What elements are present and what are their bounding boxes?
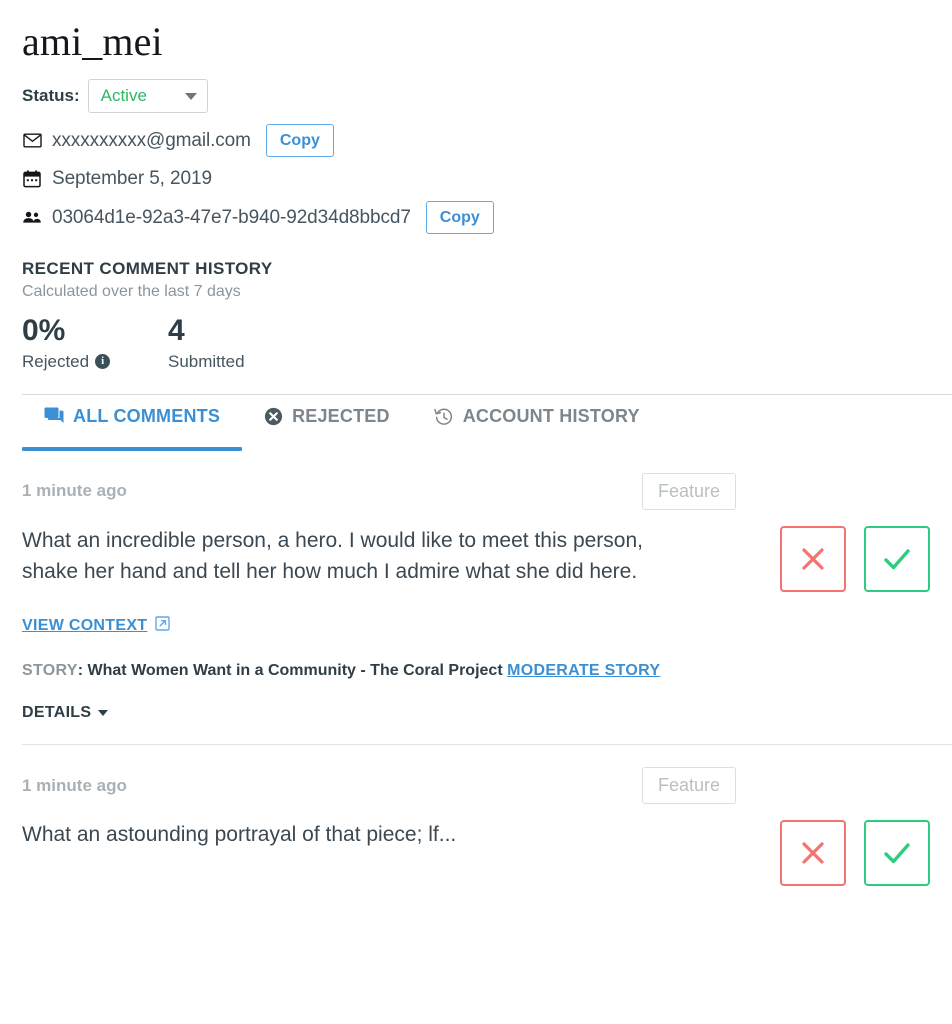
info-icon[interactable]: i bbox=[95, 354, 111, 370]
envelope-icon bbox=[22, 131, 42, 151]
comment-card: 1 minute ago Feature What an incredible … bbox=[22, 451, 952, 746]
stat-submitted-label: Submitted bbox=[168, 352, 290, 372]
copy-user-id-button[interactable]: Copy bbox=[425, 201, 494, 235]
forum-icon bbox=[44, 407, 64, 425]
recent-history-title: RECENT COMMENT HISTORY bbox=[22, 259, 273, 279]
page-title: ami_mei bbox=[22, 19, 163, 64]
status-dropdown[interactable]: Active bbox=[87, 79, 208, 113]
feature-button[interactable]: Feature bbox=[641, 472, 736, 510]
view-context-label: VIEW CONTEXT bbox=[22, 616, 148, 634]
comment-text: What an incredible person, a hero. I wou… bbox=[22, 528, 643, 583]
approve-comment-button[interactable] bbox=[864, 525, 930, 592]
reject-comment-button[interactable] bbox=[780, 525, 846, 592]
user-meta-list: xxxxxxxxxx@gmail.com Copy September 5, 2… bbox=[0, 113, 952, 235]
comment-list: 1 minute ago Feature What an incredible … bbox=[0, 451, 952, 908]
tab-account-history-label: ACCOUNT HISTORY bbox=[462, 405, 640, 426]
user-id-row: 03064d1e-92a3-47e7-b940-92d34d8bbcd7 Cop… bbox=[22, 201, 952, 235]
comment-body: What an incredible person, a hero. I wou… bbox=[22, 525, 952, 592]
comment-timestamp: 1 minute ago bbox=[22, 775, 127, 795]
recent-history-subtitle: Calculated over the last 7 days bbox=[22, 283, 241, 301]
member-since-value: September 5, 2019 bbox=[52, 168, 212, 190]
moderation-actions bbox=[780, 820, 952, 887]
comment-body: What an astounding portrayal of that pie… bbox=[22, 820, 952, 887]
people-icon bbox=[22, 208, 42, 228]
status-value: Active bbox=[100, 86, 147, 105]
caret-down-icon bbox=[98, 710, 109, 717]
tab-all-comments[interactable]: ALL COMMENTS bbox=[22, 395, 243, 451]
story-separator: : bbox=[77, 661, 88, 679]
member-since-row: September 5, 2019 bbox=[22, 164, 952, 194]
tab-bar: ALL COMMENTS REJECTED ACCOUNT HISTORY bbox=[0, 395, 952, 451]
comment-card: 1 minute ago Feature What an astounding … bbox=[22, 745, 952, 908]
moderate-story-link[interactable]: MODERATE STORY bbox=[507, 662, 660, 679]
stat-submitted: 4 Submitted bbox=[168, 315, 290, 372]
story-title: What Women Want in a Community - The Cor… bbox=[87, 661, 503, 679]
comment-timestamp: 1 minute ago bbox=[22, 481, 127, 501]
story-key-label: STORY bbox=[22, 661, 78, 679]
recent-comment-history: RECENT COMMENT HISTORY Calculated over t… bbox=[0, 241, 952, 372]
details-label: DETAILS bbox=[22, 704, 92, 722]
tab-rejected-label: REJECTED bbox=[292, 405, 390, 426]
tab-account-history[interactable]: ACCOUNT HISTORY bbox=[412, 395, 662, 451]
stat-rejected-label-text: Rejected bbox=[22, 351, 90, 371]
email-row: xxxxxxxxxx@gmail.com Copy bbox=[22, 124, 952, 158]
chevron-down-icon bbox=[184, 92, 197, 100]
story-line: STORY: What Women Want in a Community - … bbox=[22, 656, 694, 686]
reject-comment-button[interactable] bbox=[780, 820, 846, 887]
stat-submitted-value: 4 bbox=[168, 314, 185, 348]
feature-button[interactable]: Feature bbox=[641, 767, 736, 805]
stat-rejected: 0% Rejected i bbox=[22, 315, 144, 372]
view-context-link[interactable]: VIEW CONTEXT bbox=[22, 616, 171, 636]
stat-submitted-label-text: Submitted bbox=[168, 351, 245, 371]
stat-rejected-value: 0% bbox=[22, 314, 66, 348]
details-toggle[interactable]: DETAILS bbox=[22, 704, 109, 722]
external-link-icon bbox=[155, 616, 171, 636]
approve-comment-button[interactable] bbox=[864, 820, 930, 887]
tab-all-comments-label: ALL COMMENTS bbox=[73, 405, 221, 426]
tab-rejected[interactable]: REJECTED bbox=[242, 395, 412, 451]
status-label: Status: bbox=[22, 86, 80, 105]
stats-group: 0% Rejected i 4 Submitted bbox=[22, 315, 952, 372]
history-icon bbox=[433, 407, 454, 426]
user-drawer: ami_mei Status: Active xxxxxxxxxx@gmail.… bbox=[0, 0, 952, 1024]
copy-email-button[interactable]: Copy bbox=[265, 124, 334, 158]
calendar-icon bbox=[22, 169, 42, 189]
status-row: Status: Active bbox=[0, 65, 952, 113]
comment-header: 1 minute ago Feature bbox=[22, 472, 952, 510]
comment-header: 1 minute ago Feature bbox=[22, 767, 952, 805]
stat-rejected-label: Rejected i bbox=[22, 352, 144, 372]
email-value: xxxxxxxxxx@gmail.com bbox=[52, 129, 251, 151]
moderation-actions bbox=[780, 525, 952, 592]
comment-text: What an astounding portrayal of that pie… bbox=[22, 823, 457, 847]
user-id-value: 03064d1e-92a3-47e7-b940-92d34d8bbcd7 bbox=[52, 206, 411, 228]
cancel-circle-icon bbox=[264, 407, 283, 426]
